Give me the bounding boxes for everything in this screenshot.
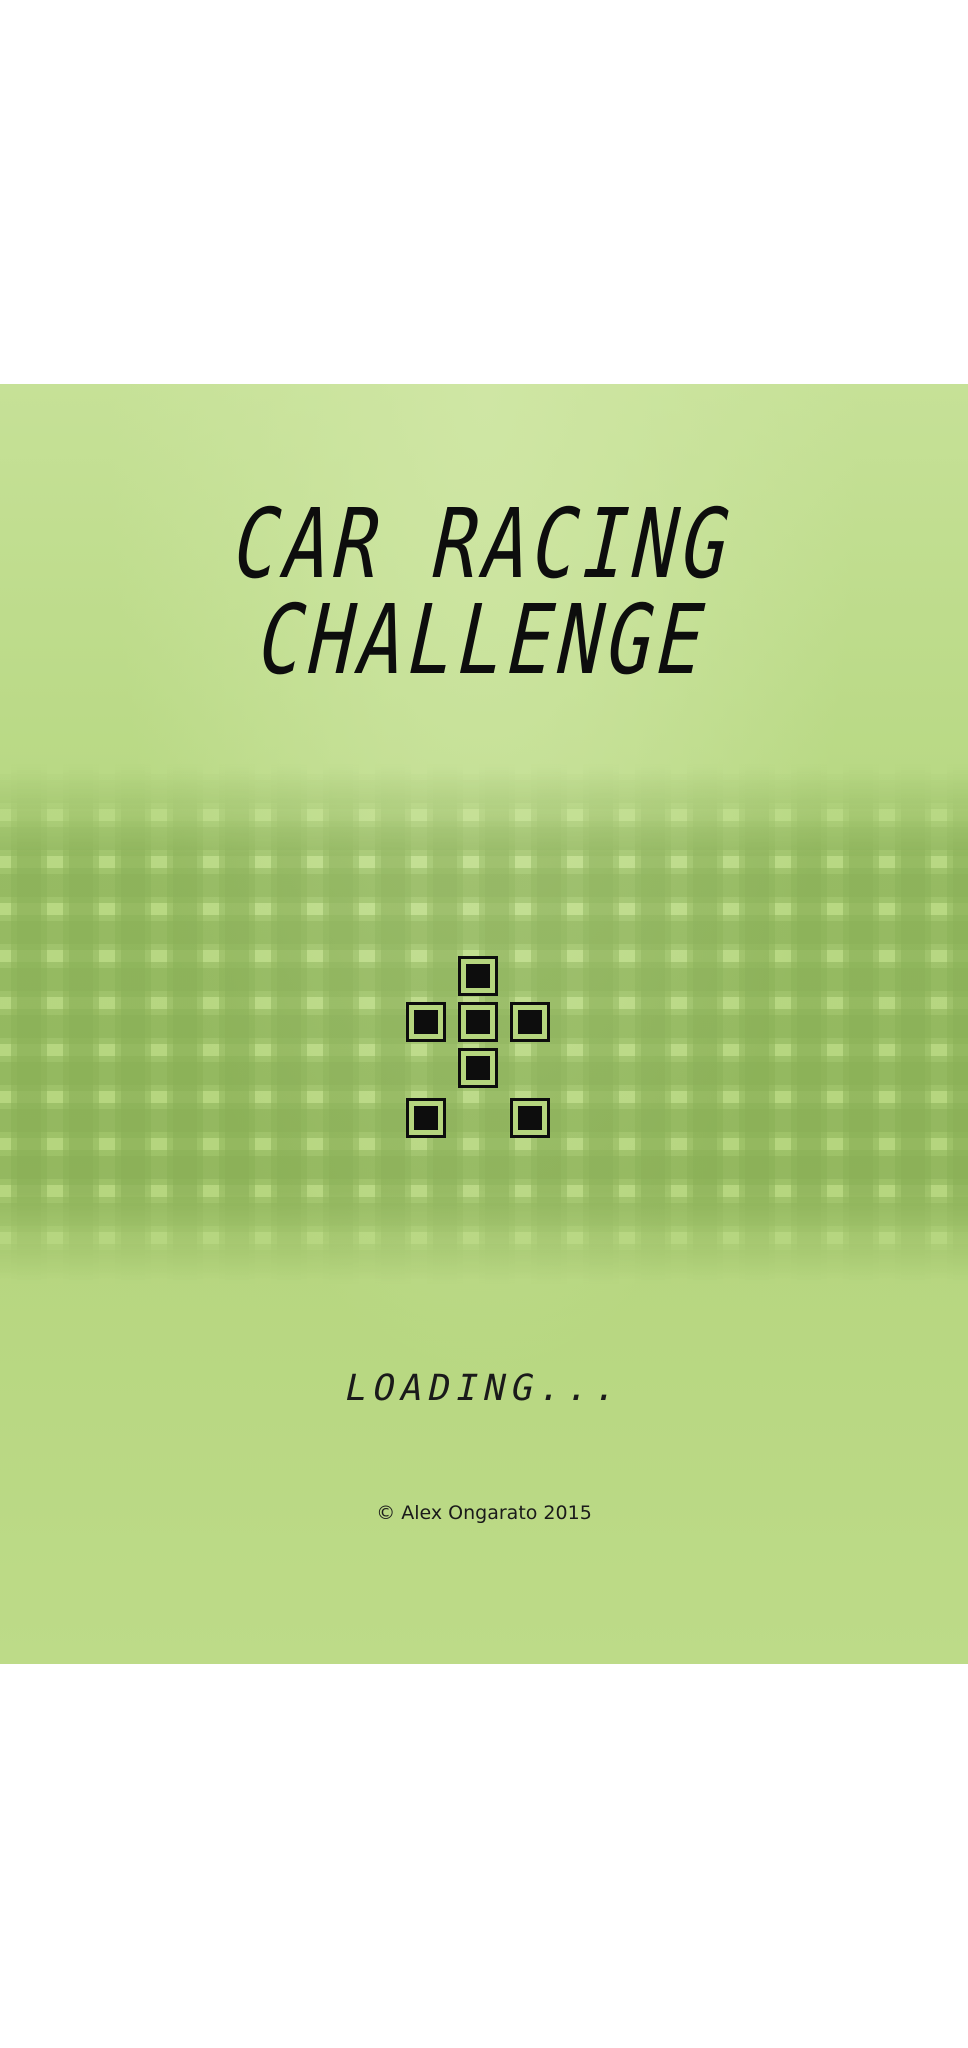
game-screen: CAR RACING CHALLENGE LOADING... © Alex O… — [0, 384, 968, 1664]
player-car-icon — [406, 956, 562, 1144]
car-cell — [458, 956, 498, 996]
game-title-line-1: CAR RACING — [223, 488, 745, 600]
car-cell — [458, 1048, 498, 1088]
car-cell — [510, 1002, 550, 1042]
copyright-notice: © Alex Ongarato 2015 — [376, 1502, 592, 1524]
car-cell — [510, 1098, 550, 1138]
car-cell — [406, 1098, 446, 1138]
loading-status: LOADING... — [341, 1368, 627, 1409]
car-cell — [458, 1002, 498, 1042]
game-title-line-2: CHALLENGE — [248, 584, 720, 696]
car-cell — [406, 1002, 446, 1042]
